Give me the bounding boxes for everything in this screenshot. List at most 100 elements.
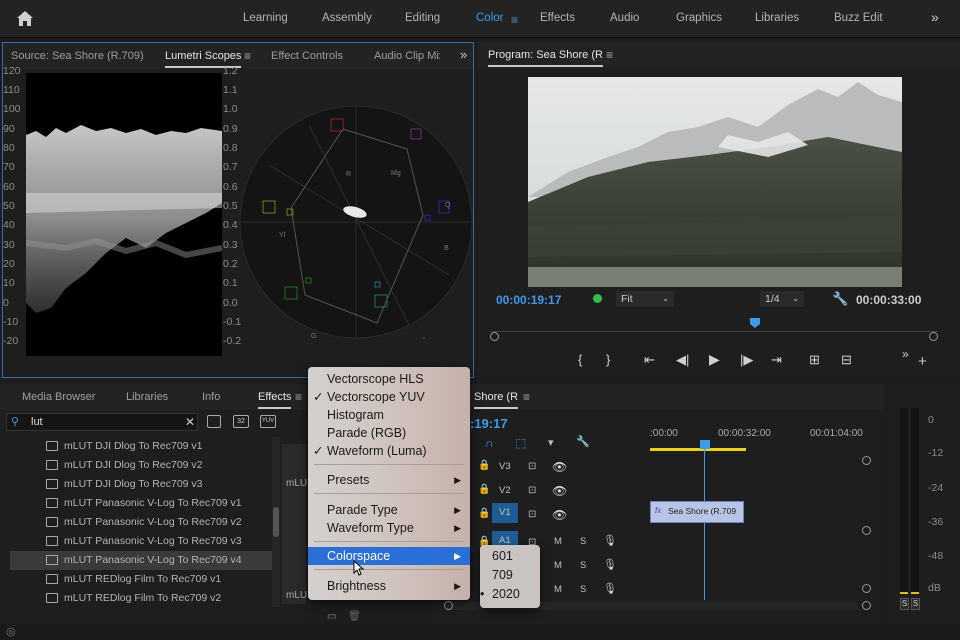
panel-menu-icon[interactable]: ≡	[523, 390, 530, 404]
more-workspaces-icon[interactable]: »	[931, 9, 939, 25]
program-time-ruler[interactable]	[490, 322, 938, 332]
workspace-audio[interactable]: Audio	[610, 12, 639, 24]
clear-search-icon[interactable]: ✕	[185, 415, 195, 429]
zoom-handle-right[interactable]	[862, 601, 871, 610]
meter-solo-right-button[interactable]: S	[911, 598, 920, 610]
list-item[interactable]: mLUT DJI Dlog To Rec709 v1	[10, 437, 272, 456]
vertical-scroll-handle[interactable]	[862, 456, 871, 465]
scroll-handle-right[interactable]	[929, 332, 938, 341]
menu-item-histogram[interactable]: Histogram	[308, 406, 470, 424]
wrench-icon[interactable]: 🔧	[832, 291, 848, 307]
workspace-learning[interactable]: Learning	[243, 12, 288, 24]
step-forward-icon[interactable]: |▶	[740, 352, 753, 368]
eye-icon[interactable]: 👁	[552, 508, 567, 522]
yuv-effects-icon[interactable]: YUV	[260, 415, 276, 428]
meter-solo-left-button[interactable]: S	[900, 598, 909, 610]
wrench-icon[interactable]: 🔧	[576, 435, 590, 448]
track-label-v2[interactable]: V2	[499, 485, 511, 496]
mute-button[interactable]: M	[554, 536, 562, 547]
workspace-color[interactable]: Color	[476, 12, 503, 24]
workspace-menu-icon[interactable]: ≡	[511, 13, 518, 27]
solo-button[interactable]: S	[580, 536, 586, 547]
solo-button[interactable]: S	[580, 560, 586, 571]
mute-button[interactable]: M	[554, 560, 562, 571]
workspace-graphics[interactable]: Graphics	[676, 12, 722, 24]
menu-item-vectorscope-yuv[interactable]: ✓ Vectorscope YUV	[308, 388, 470, 406]
tab-effects[interactable]: Effects	[258, 391, 292, 409]
tab-effect-controls[interactable]: Effect Controls	[271, 50, 343, 62]
menu-item-colorspace[interactable]: Colorspace ▶	[308, 547, 470, 565]
step-back-icon[interactable]: ◀|	[676, 352, 689, 368]
track-label-v1[interactable]: V1	[492, 503, 518, 523]
timeline-sequence-tab[interactable]: Shore (R	[474, 391, 519, 409]
trash-icon[interactable]: 🗑	[348, 611, 361, 622]
vertical-scroll-handle[interactable]	[862, 526, 871, 535]
workspace-buzz-edit[interactable]: Buzz Edit	[834, 12, 883, 24]
lock-icon[interactable]: 🔒	[478, 460, 490, 471]
list-item[interactable]: mLUT Panasonic V-Log To Rec709 v1	[10, 494, 272, 513]
tab-libraries[interactable]: Libraries	[126, 391, 168, 403]
scrollbar-thumb[interactable]	[273, 507, 279, 537]
panel-menu-icon[interactable]: ≡	[244, 49, 251, 63]
vertical-scroll-handle[interactable]	[862, 584, 871, 593]
menu-item-presets[interactable]: Presets ▶	[308, 471, 470, 489]
home-icon[interactable]	[16, 10, 34, 27]
track-label-v3[interactable]: V3	[499, 461, 511, 472]
timeline-timecode[interactable]: :19:17	[470, 416, 508, 431]
workspace-libraries[interactable]: Libraries	[755, 12, 799, 24]
effects-list-scrollbar[interactable]	[272, 437, 280, 607]
more-controls-icon[interactable]: »	[902, 347, 909, 361]
timeline-playhead-marker[interactable]	[700, 440, 710, 449]
program-title[interactable]: Program: Sea Shore (R	[488, 49, 603, 67]
linked-selection-icon[interactable]: ⬚	[515, 436, 526, 450]
menu-item-vectorscope-hls[interactable]: Vectorscope HLS	[308, 370, 470, 388]
go-to-out-icon[interactable]: ⇥	[771, 352, 782, 368]
sync-lock-icon[interactable]: ⊡	[528, 509, 536, 520]
sync-lock-icon[interactable]: ⊡	[528, 485, 536, 496]
add-button-icon[interactable]: +	[918, 353, 927, 370]
microphone-icon[interactable]: 🎙	[603, 582, 617, 595]
workspace-assembly[interactable]: Assembly	[322, 12, 372, 24]
mark-in-icon[interactable]: {	[578, 352, 582, 367]
microphone-icon[interactable]: 🎙	[603, 558, 617, 571]
32bit-effects-icon[interactable]: 32	[233, 415, 249, 428]
menu-item-parade-type[interactable]: Parade Type ▶	[308, 501, 470, 519]
tab-audio-clip-mixer[interactable]: Audio Clip Mix	[374, 50, 440, 62]
solo-button[interactable]: S	[580, 584, 586, 595]
mute-button[interactable]: M	[554, 584, 562, 595]
tab-media-browser[interactable]: Media Browser	[22, 391, 95, 403]
colorspace-option-601[interactable]: 601	[480, 547, 540, 566]
colorspace-option-2020[interactable]: • 2020	[480, 585, 540, 604]
tab-source[interactable]: Source: Sea Shore (R.709)	[11, 50, 144, 62]
mark-out-icon[interactable]: }	[606, 352, 610, 367]
program-current-timecode[interactable]: 00:00:19:17	[496, 293, 561, 307]
list-item[interactable]: mLUT Panasonic V-Log To Rec709 v3	[10, 532, 272, 551]
colorspace-option-709[interactable]: 709	[480, 566, 540, 585]
go-to-in-icon[interactable]: ⇤	[644, 352, 655, 368]
microphone-icon[interactable]: 🎙	[603, 534, 617, 547]
zoom-select[interactable]: Fit ⌄	[616, 291, 674, 307]
snap-icon[interactable]: ∩	[485, 436, 494, 450]
more-tabs-icon[interactable]: »	[460, 47, 467, 62]
eye-icon[interactable]: 👁	[552, 484, 567, 498]
panel-menu-icon[interactable]: ≡	[295, 390, 302, 404]
workspace-editing[interactable]: Editing	[405, 12, 440, 24]
list-item[interactable]: mLUT REDlog Film To Rec709 v1	[10, 570, 272, 589]
list-item[interactable]: mLUT REDlog Film To Rec709 v2	[10, 589, 272, 608]
menu-item-waveform-type[interactable]: Waveform Type ▶	[308, 519, 470, 537]
new-bin-icon[interactable]: ▭	[327, 611, 336, 622]
resolution-select[interactable]: 1/4 ⌄	[760, 291, 804, 307]
marker-icon[interactable]: ▾	[548, 436, 554, 449]
effects-search-input[interactable]: ⚲ lut ✕	[6, 413, 198, 431]
list-item[interactable]: mLUT DJI Dlog To Rec709 v2	[10, 456, 272, 475]
tab-info[interactable]: Info	[202, 391, 220, 403]
eye-icon[interactable]: 👁	[552, 460, 567, 474]
timeline-clip[interactable]: fx Sea Shore (R.709	[650, 501, 744, 523]
accelerated-effects-icon[interactable]	[207, 415, 221, 428]
menu-item-parade-rgb[interactable]: Parade (RGB)	[308, 424, 470, 442]
list-item[interactable]: mLUT Panasonic V-Log To Rec709 v2	[10, 513, 272, 532]
scroll-handle-left[interactable]	[490, 332, 499, 341]
panel-menu-icon[interactable]: ≡	[606, 48, 613, 62]
menu-item-brightness[interactable]: Brightness ▶	[308, 577, 470, 595]
workspace-effects[interactable]: Effects	[540, 12, 575, 24]
